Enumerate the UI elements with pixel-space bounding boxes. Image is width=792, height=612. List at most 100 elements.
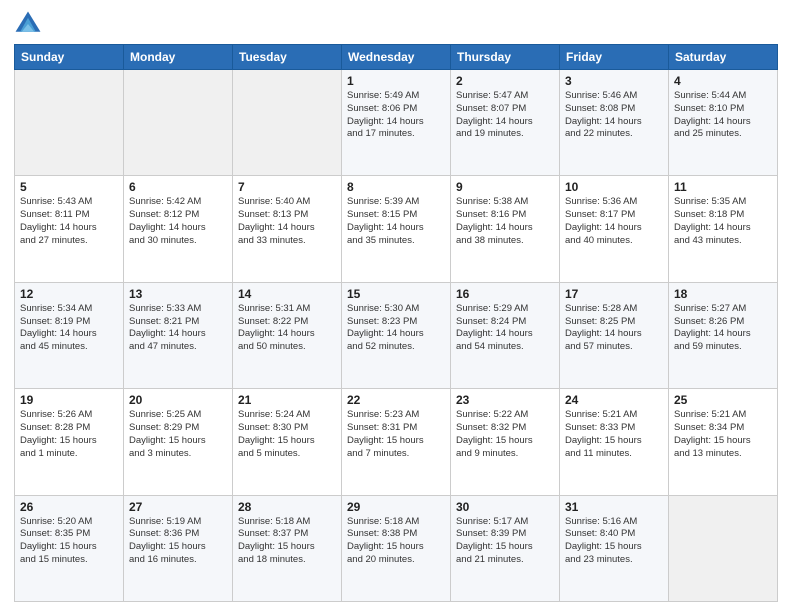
day-number: 21 bbox=[238, 393, 336, 407]
day-number: 24 bbox=[565, 393, 663, 407]
calendar-table: SundayMondayTuesdayWednesdayThursdayFrid… bbox=[14, 44, 778, 602]
day-number: 4 bbox=[674, 74, 772, 88]
day-number: 2 bbox=[456, 74, 554, 88]
calendar-cell bbox=[124, 70, 233, 176]
cell-content: Sunrise: 5:44 AM Sunset: 8:10 PM Dayligh… bbox=[674, 90, 772, 141]
calendar-week-row: 12 Sunrise: 5:34 AM Sunset: 8:19 PM Dayli… bbox=[15, 282, 778, 388]
day-number: 26 bbox=[20, 500, 118, 514]
day-number: 20 bbox=[129, 393, 227, 407]
day-number: 8 bbox=[347, 180, 445, 194]
calendar-cell: 6 Sunrise: 5:42 AM Sunset: 8:12 PM Daylig… bbox=[124, 176, 233, 282]
day-number: 31 bbox=[565, 500, 663, 514]
weekday-header-saturday: Saturday bbox=[669, 45, 778, 70]
calendar-cell bbox=[15, 70, 124, 176]
calendar-header: SundayMondayTuesdayWednesdayThursdayFrid… bbox=[15, 45, 778, 70]
day-number: 25 bbox=[674, 393, 772, 407]
day-number: 6 bbox=[129, 180, 227, 194]
logo bbox=[14, 10, 46, 38]
day-number: 30 bbox=[456, 500, 554, 514]
calendar-cell: 7 Sunrise: 5:40 AM Sunset: 8:13 PM Daylig… bbox=[233, 176, 342, 282]
calendar-cell: 2 Sunrise: 5:47 AM Sunset: 8:07 PM Daylig… bbox=[451, 70, 560, 176]
weekday-header-tuesday: Tuesday bbox=[233, 45, 342, 70]
calendar-cell: 30 Sunrise: 5:17 AM Sunset: 8:39 PM Dayli… bbox=[451, 495, 560, 601]
cell-content: Sunrise: 5:42 AM Sunset: 8:12 PM Dayligh… bbox=[129, 196, 227, 247]
calendar-cell: 19Sunrise: 5:26 AM Sunset: 8:28 PM Dayli… bbox=[15, 389, 124, 495]
cell-content: Sunrise: 5:23 AM Sunset: 8:31 PM Dayligh… bbox=[347, 409, 445, 460]
calendar-cell: 3 Sunrise: 5:46 AM Sunset: 8:08 PM Daylig… bbox=[560, 70, 669, 176]
day-number: 19 bbox=[20, 393, 118, 407]
cell-content: Sunrise: 5:43 AM Sunset: 8:11 PM Dayligh… bbox=[20, 196, 118, 247]
logo-icon bbox=[14, 10, 42, 38]
day-number: 14 bbox=[238, 287, 336, 301]
calendar-cell: 16Sunrise: 5:29 AM Sunset: 8:24 PM Dayli… bbox=[451, 282, 560, 388]
cell-content: Sunrise: 5:34 AM Sunset: 8:19 PM Dayligh… bbox=[20, 303, 118, 354]
calendar-body: 1Sunrise: 5:49 AM Sunset: 8:06 PM Daylig… bbox=[15, 70, 778, 602]
day-number: 12 bbox=[20, 287, 118, 301]
weekday-header-sunday: Sunday bbox=[15, 45, 124, 70]
cell-content: Sunrise: 5:17 AM Sunset: 8:39 PM Dayligh… bbox=[456, 516, 554, 567]
cell-content: Sunrise: 5:25 AM Sunset: 8:29 PM Dayligh… bbox=[129, 409, 227, 460]
calendar-cell: 10Sunrise: 5:36 AM Sunset: 8:17 PM Dayli… bbox=[560, 176, 669, 282]
calendar-cell: 14 Sunrise: 5:31 AM Sunset: 8:22 PM Dayli… bbox=[233, 282, 342, 388]
cell-content: Sunrise: 5:35 AM Sunset: 8:18 PM Dayligh… bbox=[674, 196, 772, 247]
calendar-cell: 25 Sunrise: 5:21 AM Sunset: 8:34 PM Dayli… bbox=[669, 389, 778, 495]
cell-content: Sunrise: 5:22 AM Sunset: 8:32 PM Dayligh… bbox=[456, 409, 554, 460]
day-number: 10 bbox=[565, 180, 663, 194]
calendar-cell: 4 Sunrise: 5:44 AM Sunset: 8:10 PM Daylig… bbox=[669, 70, 778, 176]
weekday-header-monday: Monday bbox=[124, 45, 233, 70]
day-number: 1 bbox=[347, 74, 445, 88]
cell-content: Sunrise: 5:39 AM Sunset: 8:15 PM Dayligh… bbox=[347, 196, 445, 247]
calendar-cell: 18 Sunrise: 5:27 AM Sunset: 8:26 PM Dayli… bbox=[669, 282, 778, 388]
cell-content: Sunrise: 5:46 AM Sunset: 8:08 PM Dayligh… bbox=[565, 90, 663, 141]
cell-content: Sunrise: 5:19 AM Sunset: 8:36 PM Dayligh… bbox=[129, 516, 227, 567]
day-number: 18 bbox=[674, 287, 772, 301]
calendar-cell: 13 Sunrise: 5:33 AM Sunset: 8:21 PM Dayli… bbox=[124, 282, 233, 388]
cell-content: Sunrise: 5:28 AM Sunset: 8:25 PM Dayligh… bbox=[565, 303, 663, 354]
header bbox=[14, 10, 778, 38]
day-number: 27 bbox=[129, 500, 227, 514]
page: SundayMondayTuesdayWednesdayThursdayFrid… bbox=[0, 0, 792, 612]
day-number: 17 bbox=[565, 287, 663, 301]
calendar-cell: 5 Sunrise: 5:43 AM Sunset: 8:11 PM Daylig… bbox=[15, 176, 124, 282]
calendar-cell: 26 Sunrise: 5:20 AM Sunset: 8:35 PM Dayli… bbox=[15, 495, 124, 601]
calendar-cell bbox=[233, 70, 342, 176]
calendar-week-row: 5 Sunrise: 5:43 AM Sunset: 8:11 PM Daylig… bbox=[15, 176, 778, 282]
calendar-cell: 9Sunrise: 5:38 AM Sunset: 8:16 PM Daylig… bbox=[451, 176, 560, 282]
day-number: 22 bbox=[347, 393, 445, 407]
calendar-week-row: 26 Sunrise: 5:20 AM Sunset: 8:35 PM Dayli… bbox=[15, 495, 778, 601]
calendar-week-row: 1Sunrise: 5:49 AM Sunset: 8:06 PM Daylig… bbox=[15, 70, 778, 176]
calendar-cell: 22 Sunrise: 5:23 AM Sunset: 8:31 PM Dayli… bbox=[342, 389, 451, 495]
day-number: 7 bbox=[238, 180, 336, 194]
day-number: 23 bbox=[456, 393, 554, 407]
day-number: 15 bbox=[347, 287, 445, 301]
cell-content: Sunrise: 5:40 AM Sunset: 8:13 PM Dayligh… bbox=[238, 196, 336, 247]
cell-content: Sunrise: 5:18 AM Sunset: 8:37 PM Dayligh… bbox=[238, 516, 336, 567]
day-number: 16 bbox=[456, 287, 554, 301]
day-number: 11 bbox=[674, 180, 772, 194]
day-number: 13 bbox=[129, 287, 227, 301]
cell-content: Sunrise: 5:33 AM Sunset: 8:21 PM Dayligh… bbox=[129, 303, 227, 354]
calendar-cell: 24 Sunrise: 5:21 AM Sunset: 8:33 PM Dayli… bbox=[560, 389, 669, 495]
calendar-cell: 29Sunrise: 5:18 AM Sunset: 8:38 PM Dayli… bbox=[342, 495, 451, 601]
cell-content: Sunrise: 5:21 AM Sunset: 8:34 PM Dayligh… bbox=[674, 409, 772, 460]
cell-content: Sunrise: 5:47 AM Sunset: 8:07 PM Dayligh… bbox=[456, 90, 554, 141]
cell-content: Sunrise: 5:38 AM Sunset: 8:16 PM Dayligh… bbox=[456, 196, 554, 247]
weekday-header-thursday: Thursday bbox=[451, 45, 560, 70]
day-number: 5 bbox=[20, 180, 118, 194]
calendar-cell bbox=[669, 495, 778, 601]
cell-content: Sunrise: 5:21 AM Sunset: 8:33 PM Dayligh… bbox=[565, 409, 663, 460]
cell-content: Sunrise: 5:16 AM Sunset: 8:40 PM Dayligh… bbox=[565, 516, 663, 567]
cell-content: Sunrise: 5:24 AM Sunset: 8:30 PM Dayligh… bbox=[238, 409, 336, 460]
cell-content: Sunrise: 5:20 AM Sunset: 8:35 PM Dayligh… bbox=[20, 516, 118, 567]
calendar-cell: 28 Sunrise: 5:18 AM Sunset: 8:37 PM Dayli… bbox=[233, 495, 342, 601]
calendar-cell: 11 Sunrise: 5:35 AM Sunset: 8:18 PM Dayli… bbox=[669, 176, 778, 282]
calendar-cell: 31 Sunrise: 5:16 AM Sunset: 8:40 PM Dayli… bbox=[560, 495, 669, 601]
day-number: 3 bbox=[565, 74, 663, 88]
weekday-header-row: SundayMondayTuesdayWednesdayThursdayFrid… bbox=[15, 45, 778, 70]
cell-content: Sunrise: 5:31 AM Sunset: 8:22 PM Dayligh… bbox=[238, 303, 336, 354]
cell-content: Sunrise: 5:27 AM Sunset: 8:26 PM Dayligh… bbox=[674, 303, 772, 354]
calendar-cell: 27 Sunrise: 5:19 AM Sunset: 8:36 PM Dayli… bbox=[124, 495, 233, 601]
day-number: 28 bbox=[238, 500, 336, 514]
day-number: 29 bbox=[347, 500, 445, 514]
calendar-week-row: 19Sunrise: 5:26 AM Sunset: 8:28 PM Dayli… bbox=[15, 389, 778, 495]
